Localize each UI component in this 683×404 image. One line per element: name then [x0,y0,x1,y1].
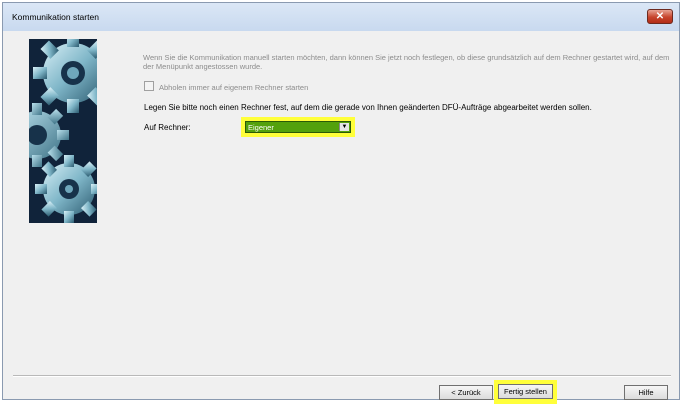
always-local-checkbox-label: Abholen immer auf eigenem Rechner starte… [159,83,309,92]
always-local-checkbox[interactable] [144,81,154,91]
rechner-label: Auf Rechner: [144,123,191,132]
chevron-down-icon[interactable]: ▼ [339,123,349,131]
rechner-select-value: Eigener [248,123,274,132]
always-local-checkbox-row[interactable]: Abholen immer auf eigenem Rechner starte… [144,81,308,92]
description-text: Wenn Sie die Kommunikation manuell start… [143,53,670,71]
back-button[interactable]: < Zurück [439,385,493,400]
close-button[interactable]: ✕ [647,9,673,24]
dialog-content: Wenn Sie die Kommunikation manuell start… [11,31,673,404]
rechner-select[interactable]: Eigener ▼ [245,121,351,133]
footer-separator [13,375,671,377]
finish-button[interactable]: Fertig stellen [498,384,553,399]
rechner-prompt: Legen Sie bitte noch einen Rechner fest,… [144,103,592,112]
gear-illustration [29,39,97,223]
dialog-window: Kommunikation starten ✕ Wenn Sie die Kom… [2,2,680,404]
help-button[interactable]: Hilfe [624,385,668,400]
title-bar: Kommunikation starten ✕ [3,3,679,31]
gears-icon [29,39,97,223]
window-title: Kommunikation starten [12,12,99,22]
